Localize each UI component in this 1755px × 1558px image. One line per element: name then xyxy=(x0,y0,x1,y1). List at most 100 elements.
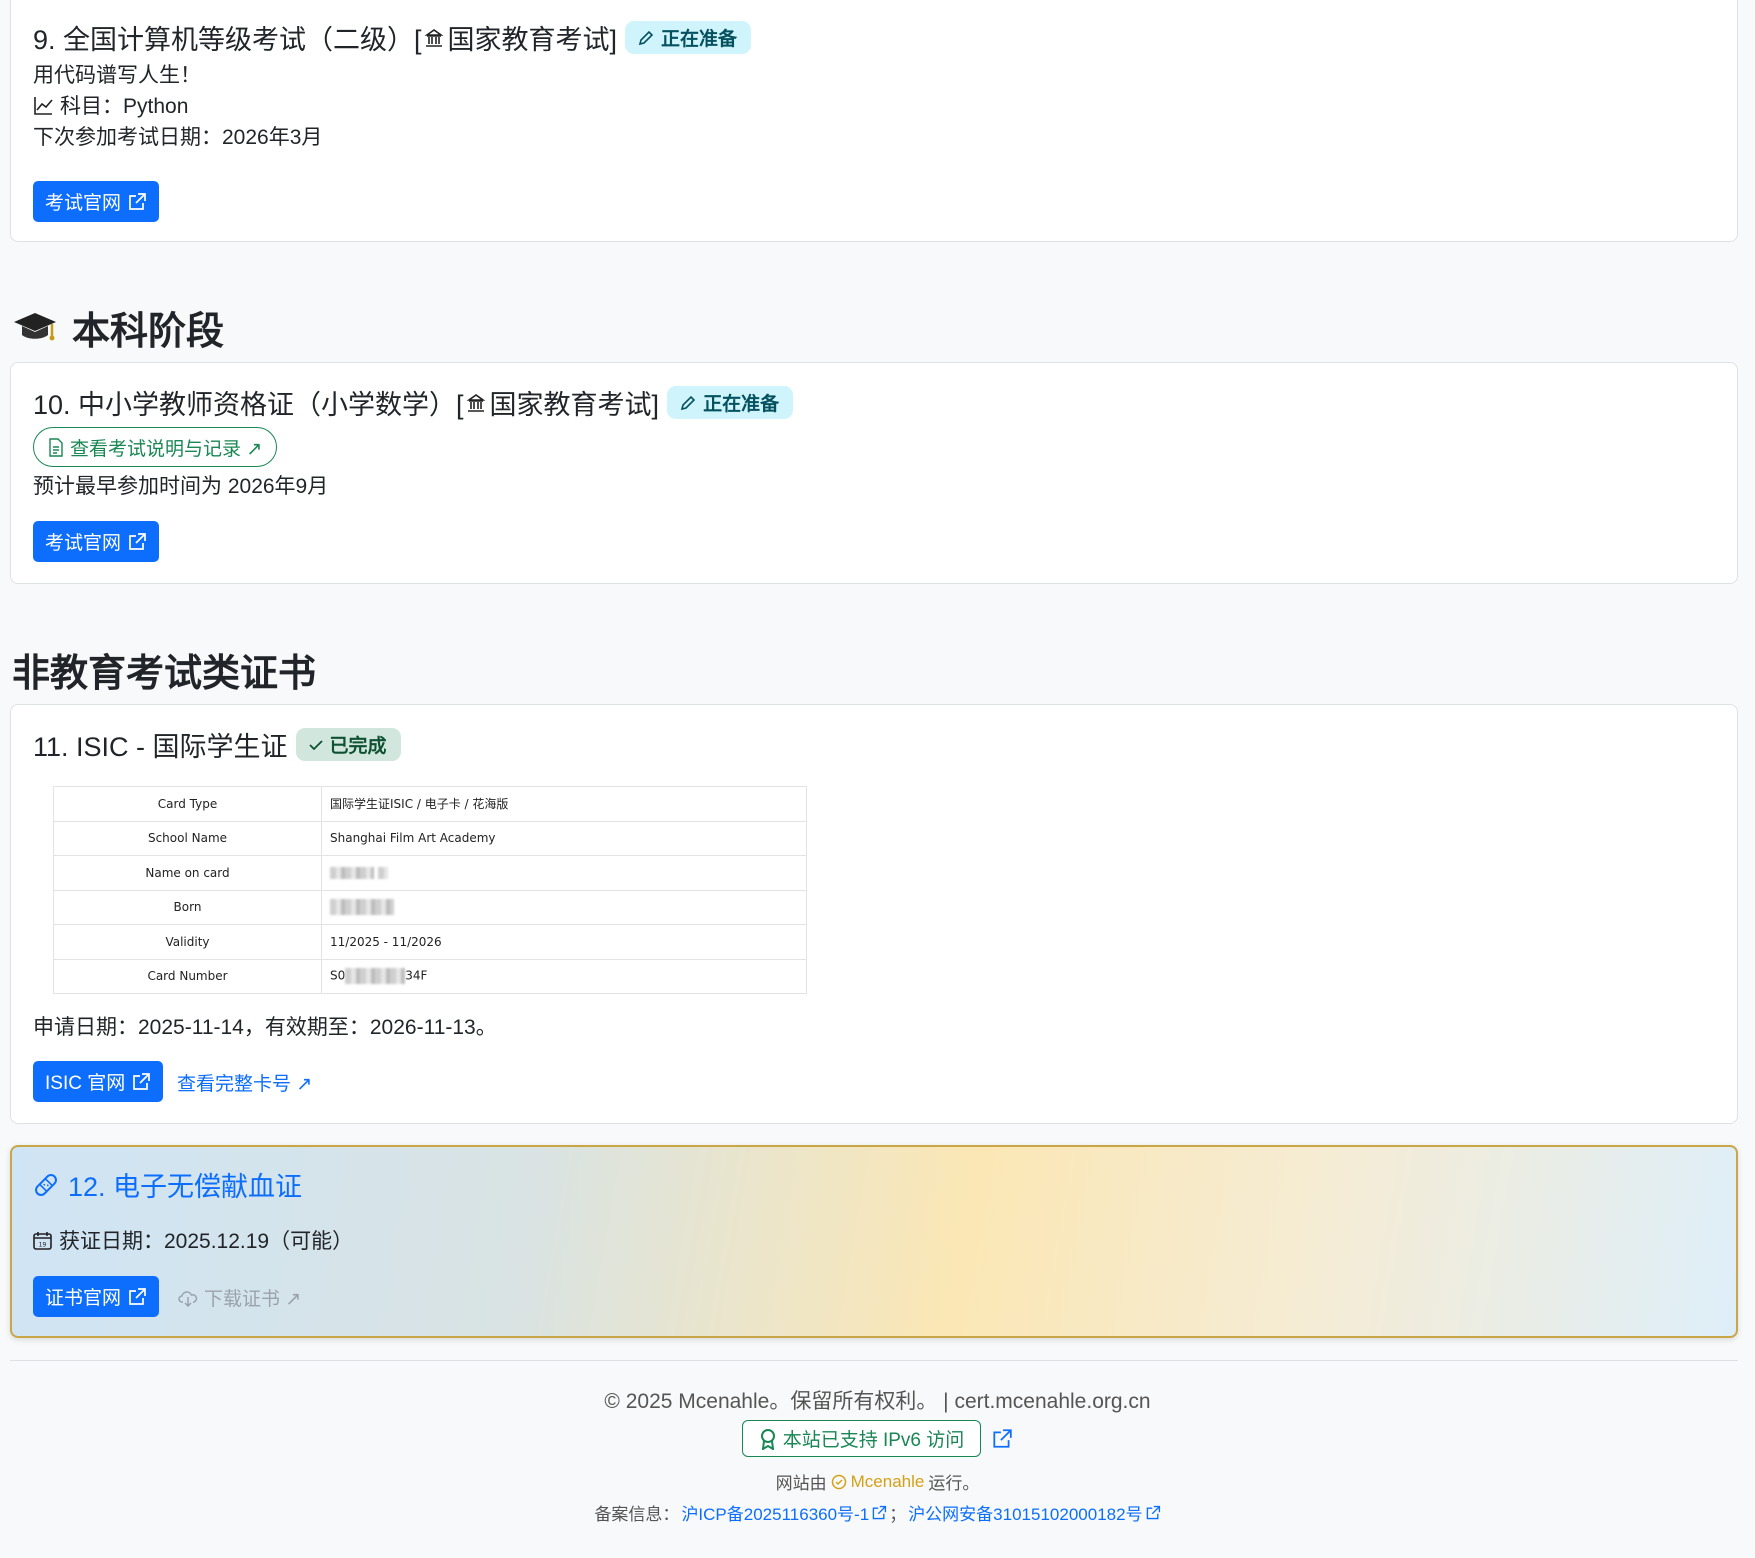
button-label: 考试官网 xyxy=(45,533,122,554)
icp-link[interactable]: 沪ICP备2025116360号-1 xyxy=(681,1500,869,1525)
run-name-link[interactable]: Mcenahle xyxy=(851,1472,925,1492)
card-org-text: 国家教育考试] xyxy=(447,25,618,55)
run-prefix: 网站由 xyxy=(775,1474,827,1493)
cert-website-button[interactable]: 证书官网 xyxy=(33,1276,160,1317)
card-date: 19 获证日期：2025.12.19（可能） xyxy=(32,1225,353,1255)
cert-card-10: 10. 中小学教师资格证（小学数学）[ 国家教育考试] 正在准备 查看考试说明与… xyxy=(10,362,1738,584)
svg-text:19: 19 xyxy=(39,1241,47,1248)
table-value: 国际学生证ISIC / 电子卡 / 花海版 xyxy=(321,786,807,822)
button-label: ISIC 官网 xyxy=(45,1073,126,1094)
external-link-icon xyxy=(133,1072,151,1090)
external-link-icon xyxy=(129,532,146,550)
award-icon xyxy=(760,1428,775,1450)
link-label: 查看完整卡号 ↗ xyxy=(177,1074,313,1095)
status-badge-label: 正在准备 xyxy=(661,29,738,50)
table-row: Validity 11/2025 - 11/2026 xyxy=(53,924,807,960)
section-title-non-education: 非教育考试类证书 xyxy=(12,642,316,697)
isic-website-button[interactable]: ISIC 官网 xyxy=(33,1061,164,1102)
table-key: School Name xyxy=(53,820,322,856)
card-next-date: 下次参加考试日期：2026年3月 xyxy=(33,126,323,149)
status-badge-label: 已完成 xyxy=(329,736,387,757)
gongan-link[interactable]: 沪公网安备31015102000182号 xyxy=(908,1500,1142,1525)
isic-card-info-table: Card Type 国际学生证ISIC / 电子卡 / 花海版 School Na… xyxy=(53,786,807,994)
status-badge: 正在准备 xyxy=(667,386,794,419)
exam-record-link[interactable]: 查看考试说明与记录 ↗ xyxy=(33,427,278,467)
table-key: Card Number xyxy=(53,958,322,994)
card-title: 9. 全国计算机等级考试（二级）[ 国家教育考试] 正在准备 xyxy=(33,18,752,57)
status-badge: 正在准备 xyxy=(625,21,752,54)
download-cert-link[interactable]: 下载证书 ↗ xyxy=(178,1284,301,1311)
table-key: Born xyxy=(53,889,322,925)
page: 9. 全国计算机等级考试（二级）[ 国家教育考试] 正在准备 用代码谱写人生！ … xyxy=(0,0,1755,1558)
exam-website-button[interactable]: 考试官网 xyxy=(33,181,160,222)
exam-website-button[interactable]: 考试官网 xyxy=(33,521,160,562)
table-row: Card Number S0 34F xyxy=(53,958,807,994)
section-title-text: 本科阶段 xyxy=(72,311,225,353)
pencil-icon xyxy=(638,30,654,45)
section-title-text: 非教育考试类证书 xyxy=(12,653,317,695)
table-value-redacted xyxy=(321,889,807,925)
table-value: 11/2025 - 11/2026 xyxy=(321,924,807,960)
table-row: Card Type 国际学生证ISIC / 电子卡 / 花海版 xyxy=(53,786,807,822)
beian-label: 备案信息： xyxy=(594,1505,680,1524)
bandage-icon xyxy=(35,1173,57,1196)
institution-icon xyxy=(424,28,444,48)
table-key: Card Type xyxy=(53,786,322,822)
cert-card-9: 9. 全国计算机等级考试（二级）[ 国家教育考试] 正在准备 用代码谱写人生！ … xyxy=(10,0,1738,242)
card-apply-info: 申请日期：2025-11-14，有效期至：2026-11-13。 xyxy=(33,1016,497,1039)
table-row: Name on card xyxy=(53,855,807,891)
footer-beian: 备案信息： 沪ICP备2025116360号-1 ； 沪公网安备31015102… xyxy=(0,1500,1755,1525)
footer-run-by: 网站由 Mcenahle 运行。 xyxy=(0,1469,1755,1494)
check-icon xyxy=(308,739,323,750)
cert-card-12: 12. 电子无偿献血证 19 获证日期：2025.12.19（可能） 证书官网 … xyxy=(10,1145,1738,1338)
card-motto: 用代码谱写人生！ xyxy=(33,64,201,87)
graduation-cap-icon xyxy=(14,312,56,340)
card-subject: 科目：Python xyxy=(33,90,188,120)
cloud-download-icon xyxy=(178,1290,198,1307)
external-link-icon xyxy=(129,192,146,210)
card-title: 11. ISIC - 国际学生证 已完成 xyxy=(33,725,401,764)
card-title: 12. 电子无偿献血证 xyxy=(32,1165,302,1204)
external-link-icon xyxy=(872,1505,887,1519)
external-link-icon[interactable] xyxy=(991,1428,1013,1450)
external-link-icon xyxy=(129,1287,146,1305)
card-title: 10. 中小学教师资格证（小学数学）[ 国家教育考试] 正在准备 xyxy=(33,383,794,422)
ipv6-badge[interactable]: 本站已支持 IPv6 访问 xyxy=(741,1420,982,1457)
card-number-prefix: S0 xyxy=(330,968,346,983)
table-key: Name on card xyxy=(53,855,322,891)
link-label: 下载证书 ↗ xyxy=(204,1289,302,1310)
card-title-text: 12. 电子无偿献血证 xyxy=(68,1172,303,1202)
card-earliest-date: 预计最早参加时间为 2026年9月 xyxy=(33,475,329,498)
pencil-icon xyxy=(680,395,696,410)
view-full-card-number-link[interactable]: 查看完整卡号 ↗ xyxy=(177,1069,312,1096)
table-row: Born xyxy=(53,889,807,925)
button-label: 考试官网 xyxy=(45,193,122,214)
institution-icon xyxy=(466,393,486,413)
external-link-icon xyxy=(1146,1505,1160,1519)
card-date-text: 获证日期：2025.12.19（可能） xyxy=(59,1230,354,1253)
table-key: Validity xyxy=(53,924,322,960)
status-badge: 已完成 xyxy=(295,728,401,761)
table-row: School Name Shanghai Film Art Academy xyxy=(53,820,807,856)
card-org-text: 国家教育考试] xyxy=(489,390,660,420)
card-title-text: 10. 中小学教师资格证（小学数学）[ xyxy=(33,390,464,420)
card-number-suffix: 34F xyxy=(405,968,428,983)
chart-line-icon xyxy=(34,96,53,115)
footer-copyright: © 2025 Mcenahle。保留所有权利。 | cert.mcenahle.… xyxy=(0,1385,1755,1415)
calendar-icon: 19 xyxy=(33,1231,52,1250)
button-label: 证书官网 xyxy=(45,1288,122,1309)
ipv6-badge-label: 本站已支持 IPv6 访问 xyxy=(782,1430,965,1451)
verified-check-icon xyxy=(831,1474,846,1489)
footer-copyright-text: © 2025 Mcenahle。保留所有权利。 | cert.mcenahle.… xyxy=(604,1390,1151,1413)
footer-divider xyxy=(10,1360,1738,1361)
card-subject-text: 科目：Python xyxy=(60,95,189,118)
document-icon xyxy=(49,437,63,457)
footer-ipv6: 本站已支持 IPv6 访问 xyxy=(0,1420,1755,1457)
card-title-text: 11. ISIC - 国际学生证 xyxy=(33,732,288,762)
table-value: Shanghai Film Art Academy xyxy=(321,820,807,856)
exam-record-link-label: 查看考试说明与记录 ↗ xyxy=(70,438,263,460)
beian-separator: ； xyxy=(889,1505,907,1524)
cert-card-11: 11. ISIC - 国际学生证 已完成 Card Type 国际学生证ISIC … xyxy=(10,704,1738,1124)
status-badge-label: 正在准备 xyxy=(703,394,780,415)
table-value-redacted xyxy=(321,855,807,891)
